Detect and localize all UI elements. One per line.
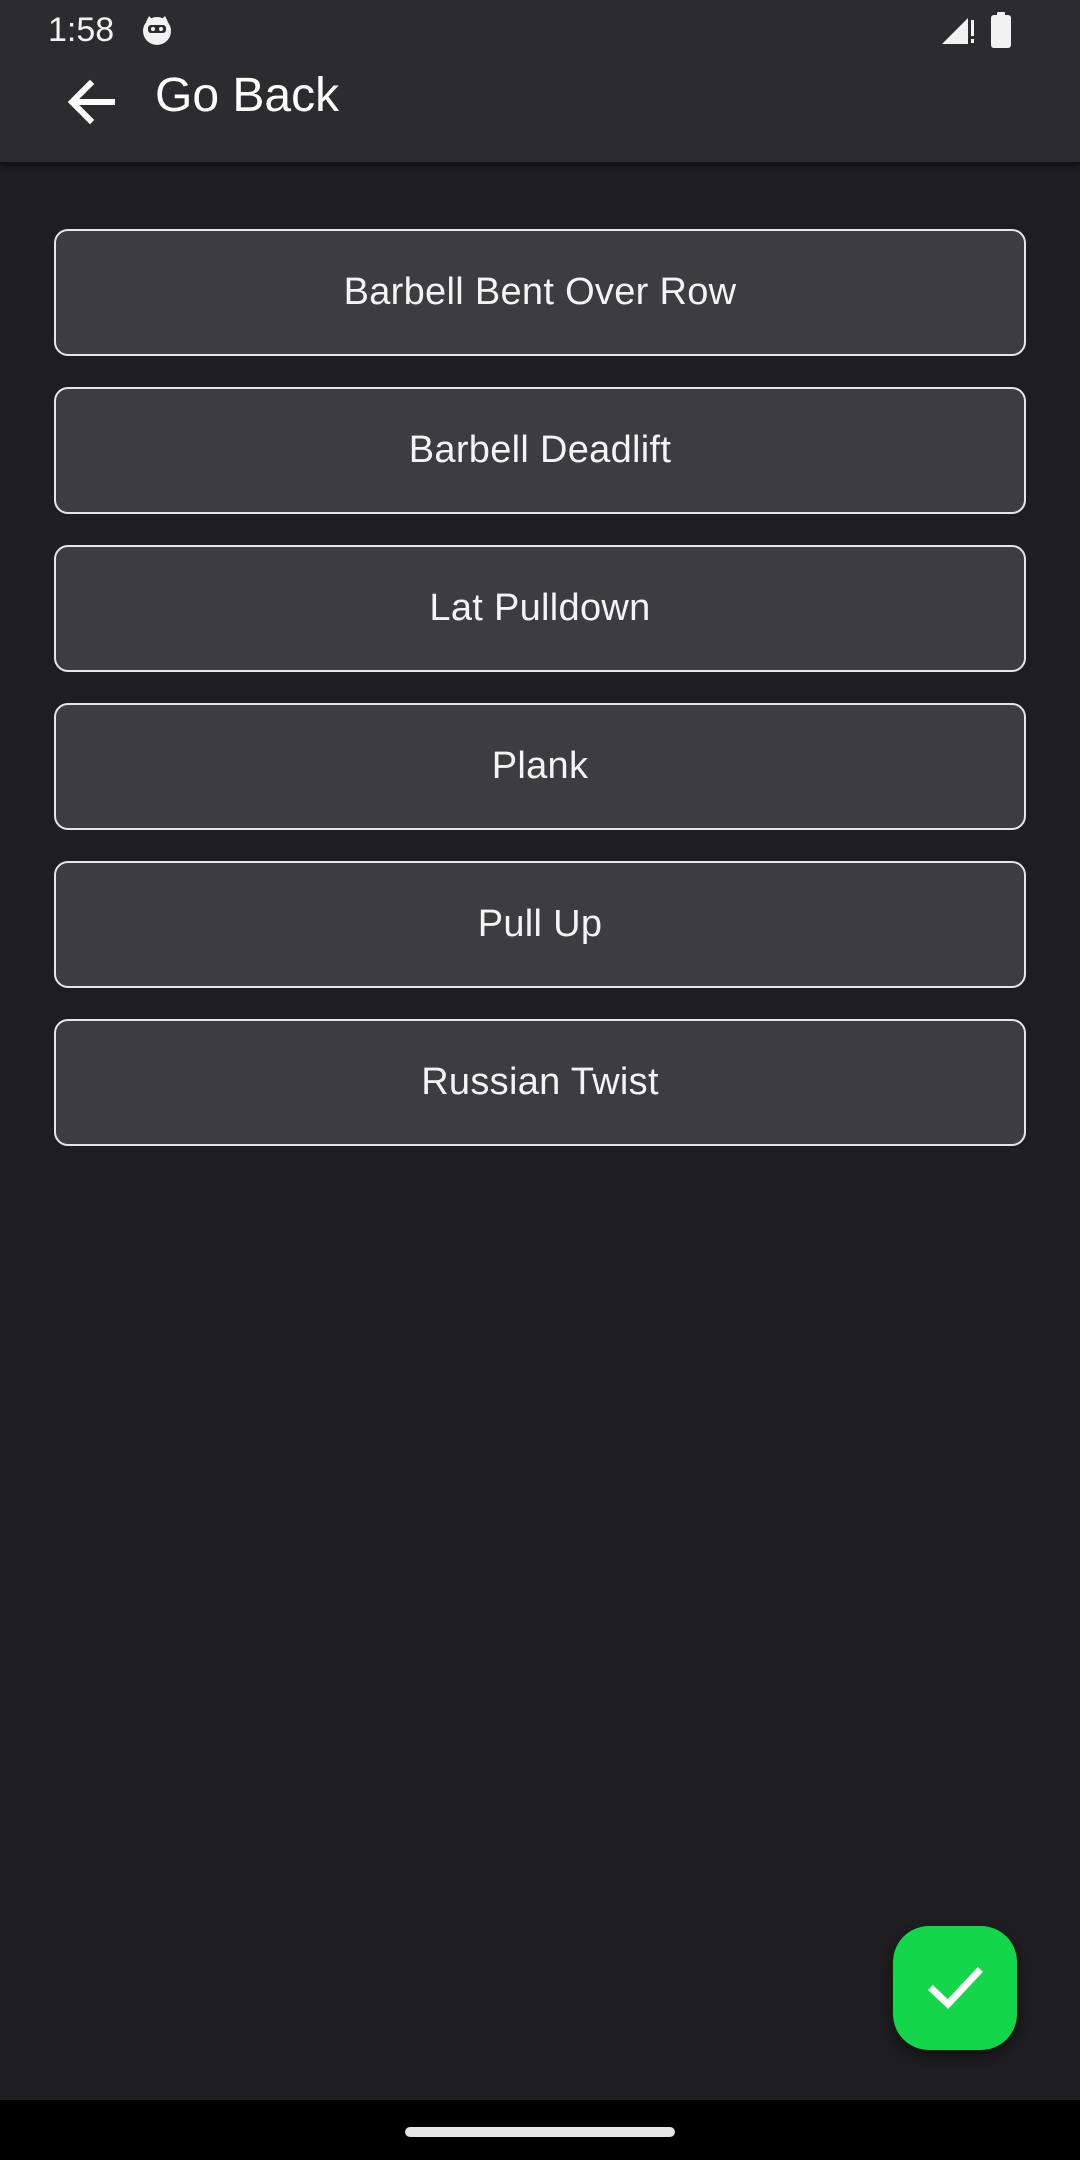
exercise-item[interactable]: Pull Up [54,861,1026,988]
status-time: 1:58 [48,11,115,49]
exercise-item[interactable]: Russian Twist [54,1019,1026,1146]
back-button[interactable] [56,66,128,138]
exercise-label: Lat Pulldown [429,587,651,629]
home-gesture-handle[interactable] [405,2127,675,2137]
exercise-item[interactable]: Barbell Bent Over Row [54,229,1026,356]
screen: 1:58 Go Back Barbell Bent Over Row Barbe… [0,0,1080,2160]
checkmark-icon [928,1967,983,2009]
system-navigation-bar [0,2100,1080,2160]
page-title: Go Back [155,69,340,122]
exercise-list: Barbell Bent Over Row Barbell Deadlift L… [54,229,1026,1177]
arrow-left-icon [67,79,115,125]
exercise-label: Pull Up [477,903,603,945]
exercise-item[interactable]: Lat Pulldown [54,545,1026,672]
top-app-bar: 1:58 Go Back [0,0,1080,164]
exercise-label: Plank [491,745,589,787]
exercise-label: Barbell Deadlift [408,429,672,471]
cellular-signal-icon [942,18,974,44]
exercise-label: Barbell Bent Over Row [343,271,737,313]
exercise-item[interactable]: Barbell Deadlift [54,387,1026,514]
confirm-fab-button[interactable] [893,1926,1017,2050]
exercise-item[interactable]: Plank [54,703,1026,830]
battery-full-icon [991,12,1011,48]
exercise-label: Russian Twist [421,1061,659,1103]
cat-face-icon [143,16,171,45]
